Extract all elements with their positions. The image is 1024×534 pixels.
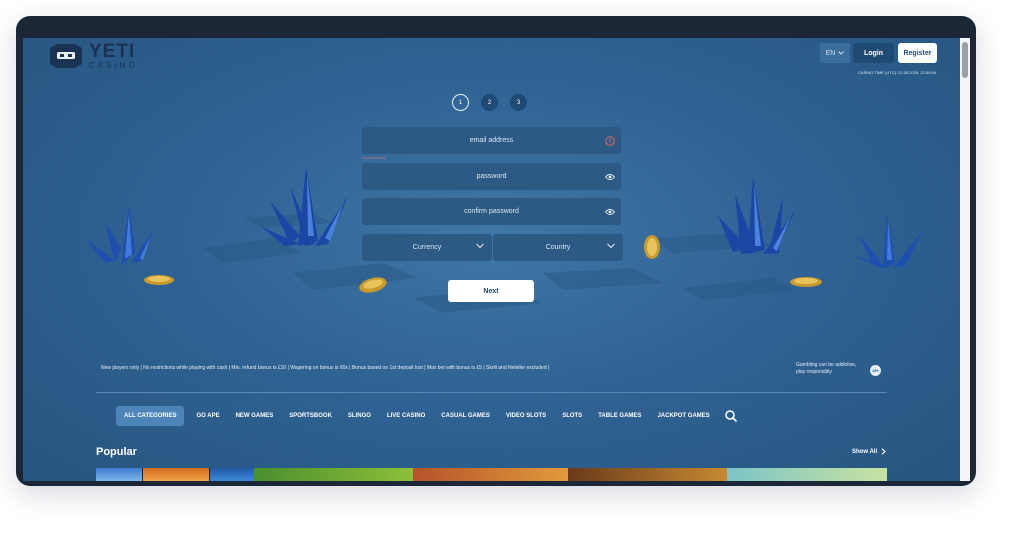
eye-icon[interactable] [604,206,615,217]
gold-coin-1 [144,275,174,285]
chevron-down-icon [838,51,845,55]
gold-coin-2 [359,277,387,293]
confirm-password-placeholder: confirm password [464,208,519,215]
login-button[interactable]: Login [853,43,894,63]
language-select[interactable]: EN [820,43,850,63]
email-error: required field [362,155,386,160]
game-thumbnail[interactable] [567,468,728,481]
currency-select[interactable]: Currency [362,234,492,261]
section-divider [96,392,887,393]
bonus-terms: New players only | No restrictions while… [101,365,550,371]
step-1: 1 [452,94,469,111]
tab-casual-games[interactable]: CASUAL GAMES [433,406,498,426]
password-placeholder: password [476,173,507,180]
registration-steps: 1 2 3 [452,94,527,111]
yeti-logo-icon [50,44,82,68]
crystal-left-large [260,166,348,246]
eye-icon[interactable] [604,171,615,182]
game-thumbnail[interactable] [253,468,414,481]
crystal-right-large [718,176,795,254]
scrollbar[interactable] [960,38,970,481]
tab-slots[interactable]: SLOTS [554,406,590,426]
brand-subtitle: CASINO [89,61,138,70]
game-thumbnail[interactable] [209,468,254,481]
password-field[interactable]: password [362,163,621,190]
tab-video-slots[interactable]: VIDEO SLOTS [498,406,554,426]
step-3: 3 [510,94,527,111]
chevron-right-icon [881,448,886,455]
search-icon[interactable] [724,409,738,423]
currency-label: Currency [412,244,442,251]
chevron-down-icon [607,243,615,249]
tab-go-ape[interactable]: GO APE [188,406,227,426]
gambling-notice-line-2: play responsibly [796,369,832,375]
gambling-notice-line-1: Gambling can be addictive, [796,362,857,368]
show-all-link[interactable]: Show All [852,448,886,455]
next-button[interactable]: Next [448,280,534,302]
game-thumbnail[interactable] [413,468,568,481]
tab-sportsbook[interactable]: SPORTSBOOK [281,406,340,426]
tab-slingo[interactable]: SLINGO [340,406,379,426]
game-thumbnail[interactable] [727,468,887,481]
tab-jackpot-games[interactable]: JACKPOT GAMES [649,406,717,426]
age-badge-icon: 18+ [870,365,881,376]
casino-time: CASINO TIME (UTC): 22.05.2025, 22:59:59 [858,70,936,75]
gold-coin-4 [790,277,822,287]
page-screen: YETI CASINO EN Login Register CASINO TIM… [23,38,960,481]
country-label: Country [545,244,571,251]
tab-all-categories[interactable]: ALL CATEGORIES [116,406,185,426]
brand-name: YETI [89,41,136,62]
game-thumbnail[interactable] [142,468,210,481]
popular-section-title: Popular [96,446,137,458]
tab-live-casino[interactable]: LIVE CASINO [379,406,433,426]
crystal-left-small [85,205,155,265]
gold-coin-3 [644,235,660,259]
language-label: EN [825,49,836,57]
chevron-down-icon [476,243,484,249]
popular-games-row [96,468,887,481]
scrollbar-thumb[interactable] [962,42,968,78]
game-category-nav: ALL CATEGORIES GO APE NEW GAMES SPORTSBO… [116,406,738,426]
confirm-password-field[interactable]: confirm password [362,198,621,225]
email-placeholder: email address [469,137,514,144]
show-all-label: Show All [852,448,878,455]
game-thumbnail[interactable] [96,468,143,481]
brand-logo[interactable]: YETI CASINO [47,42,138,70]
register-button[interactable]: Register [898,43,937,63]
email-field[interactable]: email address [362,127,621,154]
step-2: 2 [481,94,498,111]
gambling-notice: Gambling can be addictive, play responsi… [796,362,856,376]
tab-new-games[interactable]: NEW GAMES [228,406,282,426]
tab-table-games[interactable]: TABLE GAMES [590,406,649,426]
country-select[interactable]: Country [493,234,623,261]
crystal-right-small [855,214,923,268]
error-circle-icon [604,135,615,146]
